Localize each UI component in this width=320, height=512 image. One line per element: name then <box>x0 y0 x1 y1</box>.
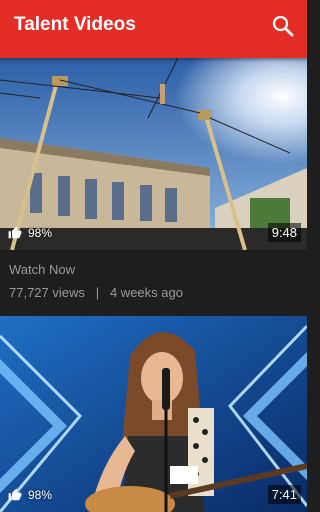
rating-percent: 98% <box>28 226 53 240</box>
rating-percent: 98% <box>28 488 53 502</box>
video-thumbnail[interactable]: 98% 7:41 <box>0 316 307 512</box>
video-meta[interactable]: Watch Now 77,727 views | 4 weeks ago <box>0 250 307 312</box>
thumbs-up-icon <box>8 488 22 501</box>
upload-age: 4 weeks ago <box>109 285 183 300</box>
thumbnail-image <box>0 316 307 512</box>
search-icon[interactable] <box>271 14 295 38</box>
video-duration: 7:41 <box>267 485 301 504</box>
video-thumbnail[interactable]: 98% 9:48 <box>0 58 307 250</box>
video-title[interactable]: Watch Now <box>9 262 75 277</box>
app-bar: Talent Videos <box>0 0 307 58</box>
app-title: Talent Videos <box>14 14 136 35</box>
rating: 98% <box>8 488 52 502</box>
stats-separator: | <box>95 285 100 300</box>
video-stats: 77,727 views | 4 weeks ago <box>9 285 183 300</box>
thumbnail-image <box>0 58 307 250</box>
video-duration: 9:48 <box>267 223 301 242</box>
view-count: 77,727 views <box>9 285 85 300</box>
rating: 98% <box>8 226 52 240</box>
thumbs-up-icon <box>8 226 22 239</box>
